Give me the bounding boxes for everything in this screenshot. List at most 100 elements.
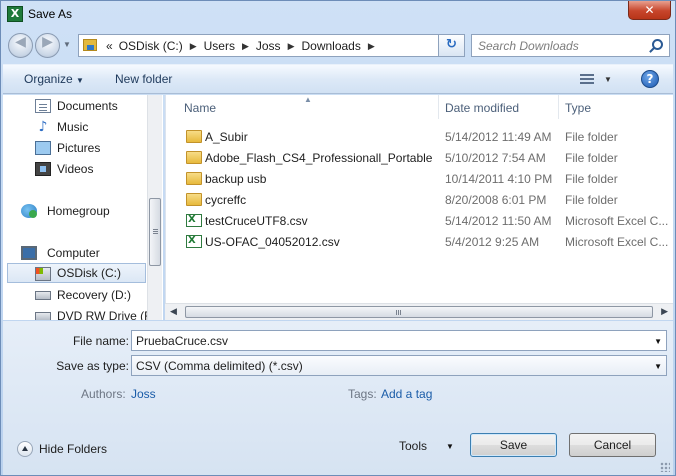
recent-pages-dropdown-icon[interactable]: ▼ xyxy=(63,40,71,49)
authors-value[interactable]: Joss xyxy=(131,387,156,401)
excel-csv-icon xyxy=(186,235,202,248)
folder-icon xyxy=(186,193,202,206)
sidebar-item-label: Pictures xyxy=(57,141,101,155)
address-bar[interactable]: « OSDisk (C:) ▶ Users ▶ Joss ▶ Downloads… xyxy=(78,34,465,57)
file-date: 5/14/2012 11:50 AM xyxy=(445,214,552,228)
file-row[interactable]: Adobe_Flash_CS4_Professionall_Portable 5… xyxy=(178,147,674,168)
homegroup-icon xyxy=(21,204,37,218)
column-header-name[interactable]: Name xyxy=(178,95,439,119)
refresh-button[interactable]: ↻ xyxy=(438,34,465,57)
file-name: A_Subir xyxy=(205,130,248,144)
save-button[interactable]: Save xyxy=(470,433,557,457)
cancel-button[interactable]: Cancel xyxy=(569,433,656,457)
navigation-pane-scrollbar[interactable] xyxy=(147,95,162,320)
sidebar-item-computer[interactable]: Computer xyxy=(3,243,146,263)
change-view-icon[interactable] xyxy=(580,74,594,85)
search-box[interactable] xyxy=(471,34,670,57)
tools-menu-button[interactable]: Tools xyxy=(399,439,427,453)
windows-drive-icon xyxy=(35,267,51,281)
sidebar-item-documents[interactable]: Documents xyxy=(3,96,146,116)
file-type: File folder xyxy=(565,193,618,207)
search-input[interactable] xyxy=(478,39,643,53)
save-as-type-select[interactable]: CSV (Comma delimited) (*.csv) ▼ xyxy=(131,355,667,376)
breadcrumb-users[interactable]: Users xyxy=(201,39,238,53)
save-as-type-label: Save as type: xyxy=(56,359,129,373)
window-title: Save As xyxy=(28,7,73,21)
file-type: File folder xyxy=(565,172,618,186)
save-as-type-value: CSV (Comma delimited) (*.csv) xyxy=(136,359,303,373)
column-header-type[interactable]: Type xyxy=(559,95,674,119)
chevron-right-icon[interactable]: ▶ xyxy=(364,39,379,53)
breadcrumb-downloads[interactable]: Downloads xyxy=(298,39,363,53)
breadcrumb-overflow[interactable]: « xyxy=(103,39,116,53)
column-header-label: Type xyxy=(565,101,592,115)
sidebar-item-label: OSDisk (C:) xyxy=(57,266,121,280)
excel-app-icon: X xyxy=(7,6,23,22)
scrollbar-thumb[interactable] xyxy=(185,306,653,318)
chevron-right-icon[interactable]: ▶ xyxy=(186,39,201,53)
chevron-right-icon[interactable]: ▶ xyxy=(238,39,253,53)
tags-label: Tags: xyxy=(348,387,377,401)
file-row[interactable]: A_Subir 5/14/2012 11:49 AM File folder xyxy=(178,126,674,147)
file-name-field[interactable]: PruebaCruce.csv ▼ xyxy=(131,330,667,351)
forward-button[interactable]: ▶ xyxy=(35,33,60,58)
sidebar-item-music[interactable]: ♪ Music xyxy=(3,117,146,137)
file-date: 5/10/2012 7:54 AM xyxy=(445,151,546,165)
help-icon[interactable]: ? xyxy=(641,70,659,88)
sidebar-item-recovery[interactable]: Recovery (D:) xyxy=(3,285,146,305)
documents-icon xyxy=(35,99,51,113)
videos-icon xyxy=(35,162,51,176)
sidebar-item-homegroup[interactable]: Homegroup xyxy=(3,201,146,221)
file-name: US-OFAC_04052012.csv xyxy=(205,235,340,249)
file-date: 5/4/2012 9:25 AM xyxy=(445,235,540,249)
file-row[interactable]: cycreffc 8/20/2008 6:01 PM File folder xyxy=(178,189,674,210)
sidebar-item-label: Homegroup xyxy=(47,204,110,218)
resize-grip-icon[interactable] xyxy=(660,462,670,472)
chevron-down-icon[interactable]: ▼ xyxy=(654,362,662,371)
file-row[interactable]: testCruceUTF8.csv 5/14/2012 11:50 AM Mic… xyxy=(178,210,674,231)
file-row[interactable]: US-OFAC_04052012.csv 5/4/2012 9:25 AM Mi… xyxy=(178,231,674,252)
sidebar-item-dvd-drive[interactable]: DVD RW Drive (F: xyxy=(3,306,155,320)
folder-icon xyxy=(186,151,202,164)
add-tag-link[interactable]: Add a tag xyxy=(381,387,432,401)
hide-folders-label: Hide Folders xyxy=(39,442,108,456)
chevron-right-icon[interactable]: ▶ xyxy=(284,39,299,53)
sidebar-item-label: Recovery (D:) xyxy=(57,288,132,302)
column-header-date-modified[interactable]: Date modified xyxy=(439,95,559,119)
scroll-left-icon[interactable]: ◀ xyxy=(170,306,177,317)
file-type: Microsoft Excel C... xyxy=(565,235,669,249)
file-date: 8/20/2008 6:01 PM xyxy=(445,193,547,207)
breadcrumb-joss[interactable]: Joss xyxy=(253,39,284,53)
chevron-down-icon[interactable]: ▼ xyxy=(654,337,662,346)
file-list-horizontal-scrollbar[interactable]: ◀ ▶ xyxy=(165,303,673,320)
scrollbar-thumb[interactable] xyxy=(149,198,161,266)
chevron-up-icon xyxy=(17,441,33,457)
breadcrumb-osdisk[interactable]: OSDisk (C:) xyxy=(116,39,186,53)
file-type: File folder xyxy=(565,130,618,144)
sidebar-item-label: DVD RW Drive (F: xyxy=(57,309,155,320)
search-icon[interactable] xyxy=(652,39,663,50)
chevron-down-icon[interactable]: ▼ xyxy=(446,442,454,451)
scroll-right-icon[interactable]: ▶ xyxy=(661,306,668,317)
authors-label: Authors: xyxy=(81,387,126,401)
navigation-bar: ◀ ▶ ▼ « OSDisk (C:) ▶ Users ▶ Joss ▶ Dow… xyxy=(1,29,676,63)
new-folder-button[interactable]: New folder xyxy=(115,72,172,86)
sidebar-item-videos[interactable]: Videos xyxy=(3,159,146,179)
file-type: File folder xyxy=(565,151,618,165)
sidebar-item-osdisk[interactable]: OSDisk (C:) xyxy=(7,263,146,283)
organize-button[interactable]: Organize ▼ xyxy=(24,72,84,86)
file-name: cycreffc xyxy=(205,193,247,207)
organize-label: Organize xyxy=(24,72,73,86)
sidebar-item-label: Videos xyxy=(57,162,94,176)
folder-icon xyxy=(186,130,202,143)
sidebar-item-label: Computer xyxy=(47,246,100,260)
view-options-dropdown-icon[interactable]: ▼ xyxy=(604,75,612,84)
close-button[interactable]: ✕ xyxy=(628,1,671,20)
column-header-label: Date modified xyxy=(445,101,520,115)
save-as-dialog: X Save As ✕ ◀ ▶ ▼ « OSDisk (C:) ▶ Users … xyxy=(0,0,676,476)
command-bar: Organize ▼ New folder ▼ ? xyxy=(3,64,673,94)
file-row[interactable]: backup usb 10/14/2011 4:10 PM File folde… xyxy=(178,168,674,189)
sidebar-item-pictures[interactable]: Pictures xyxy=(3,138,146,158)
title-bar[interactable]: X Save As ✕ xyxy=(1,1,676,29)
back-button[interactable]: ◀ xyxy=(8,33,33,58)
